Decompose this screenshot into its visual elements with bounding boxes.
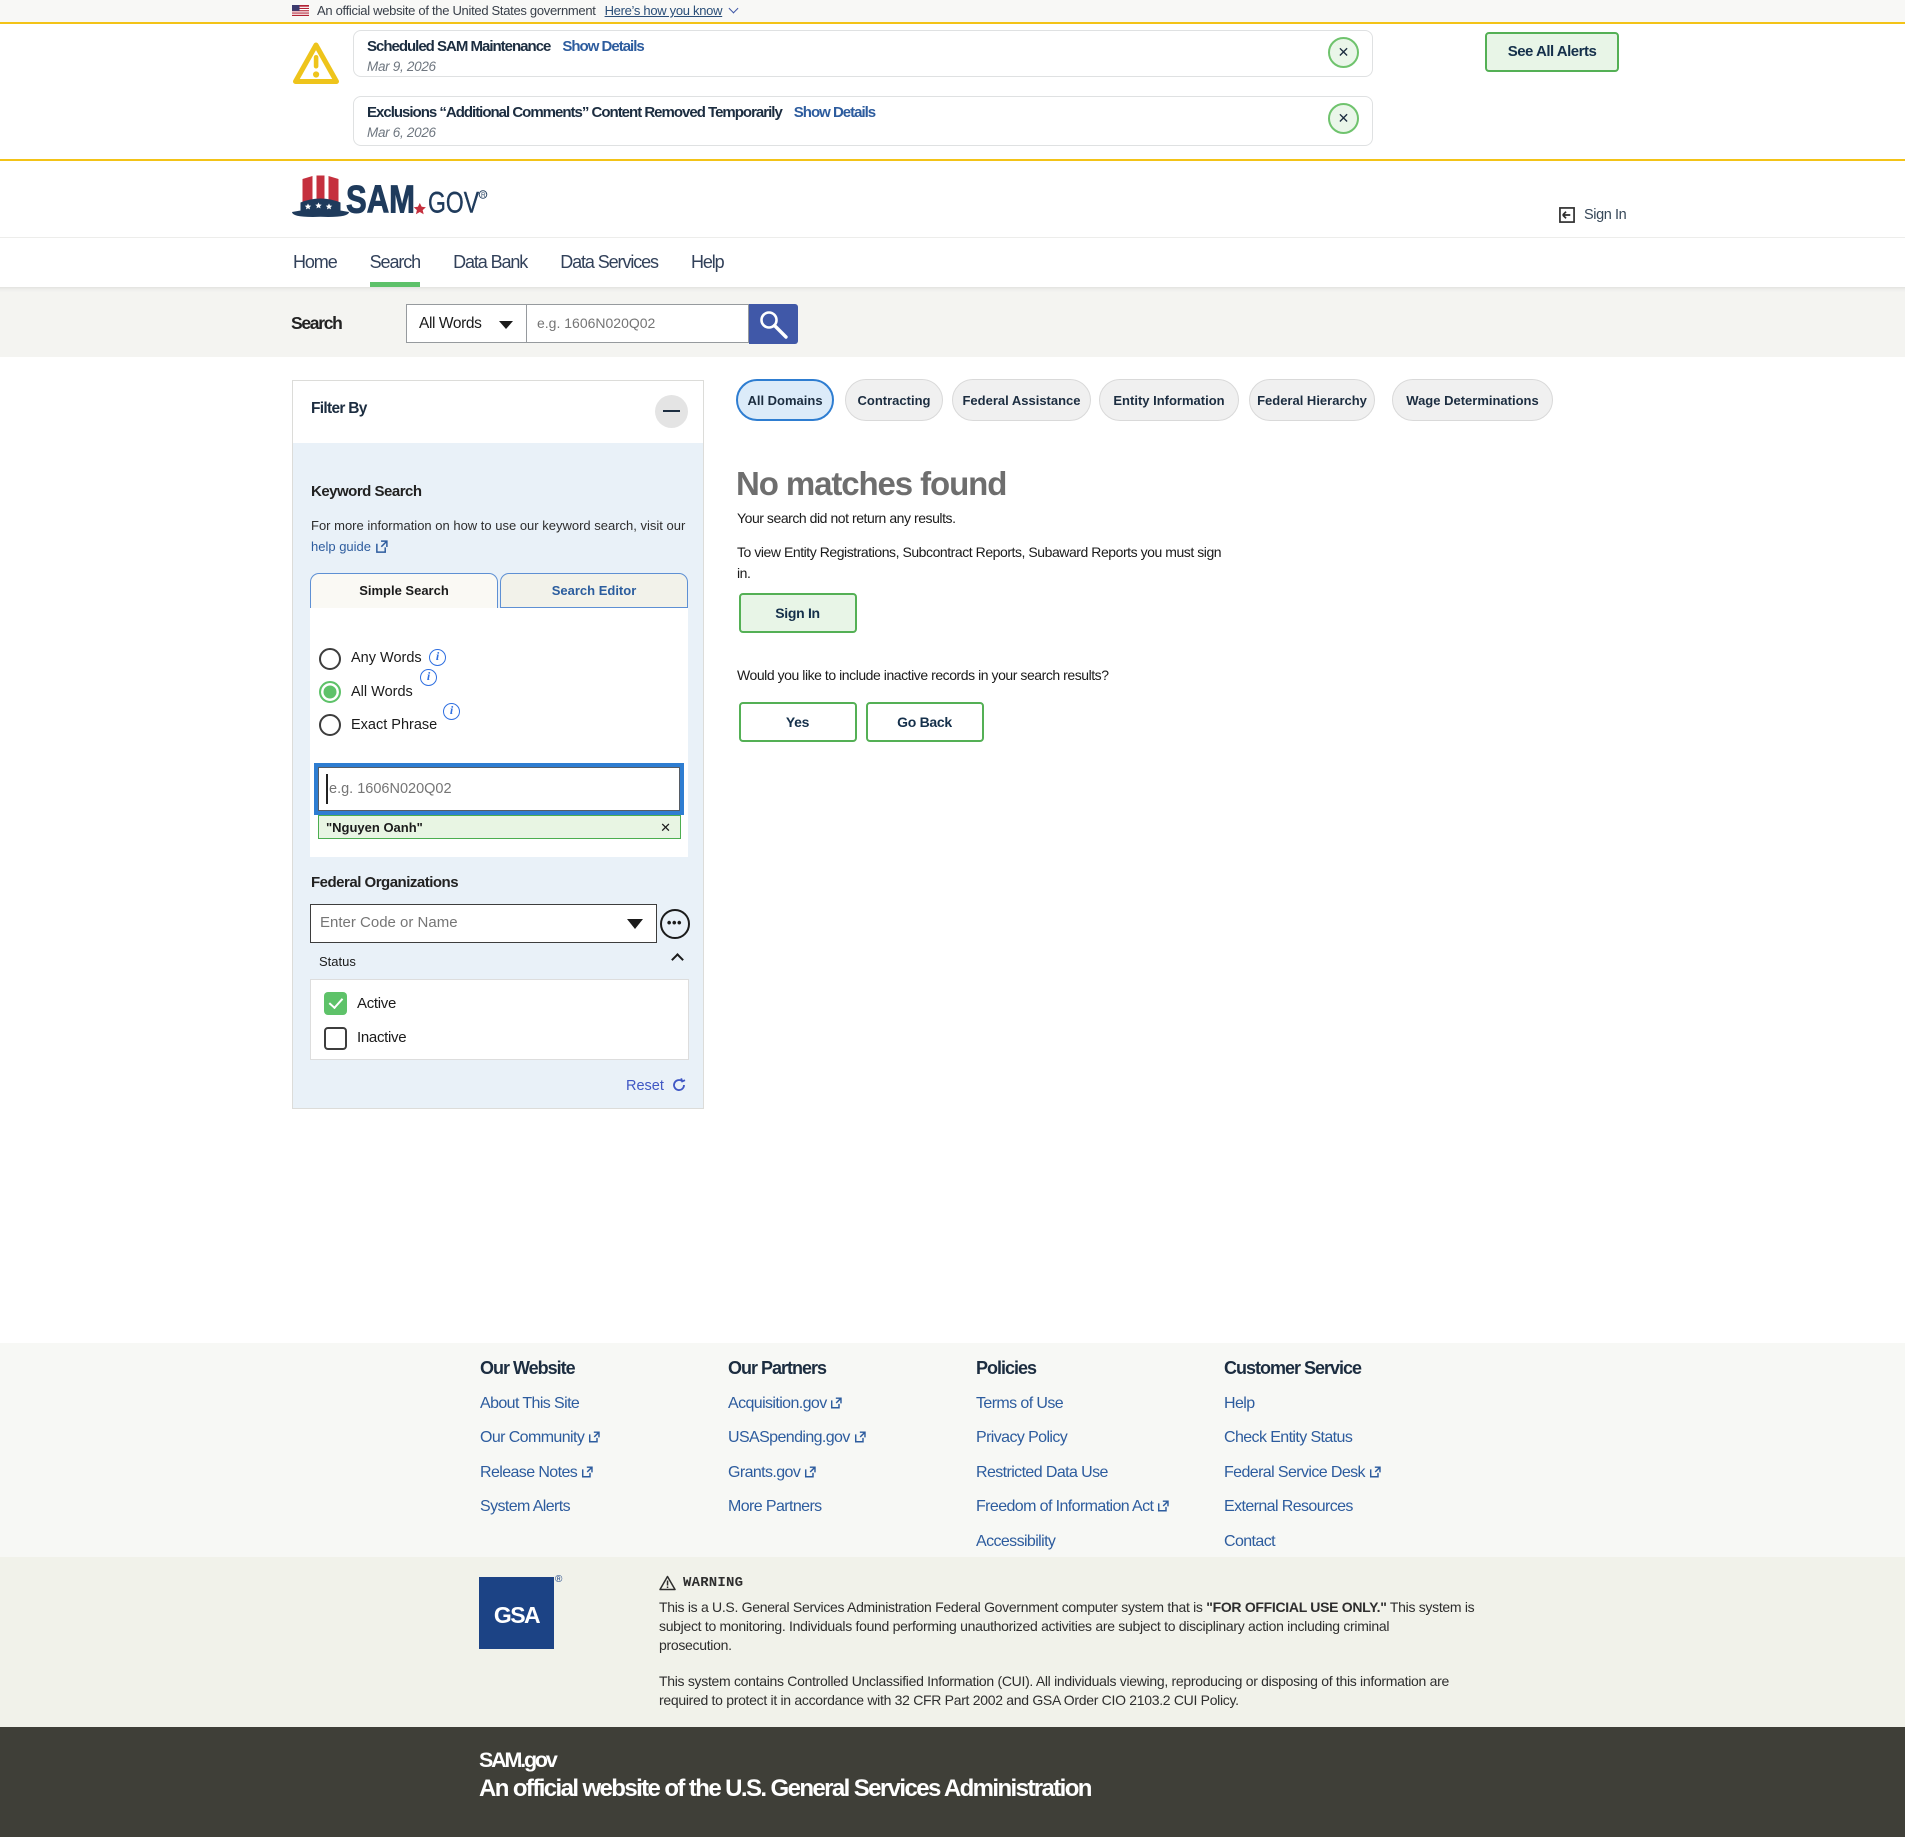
svg-text:SAM: SAM [346,179,415,218]
svg-text:GOV: GOV [428,187,479,218]
svg-text:R: R [481,192,486,199]
